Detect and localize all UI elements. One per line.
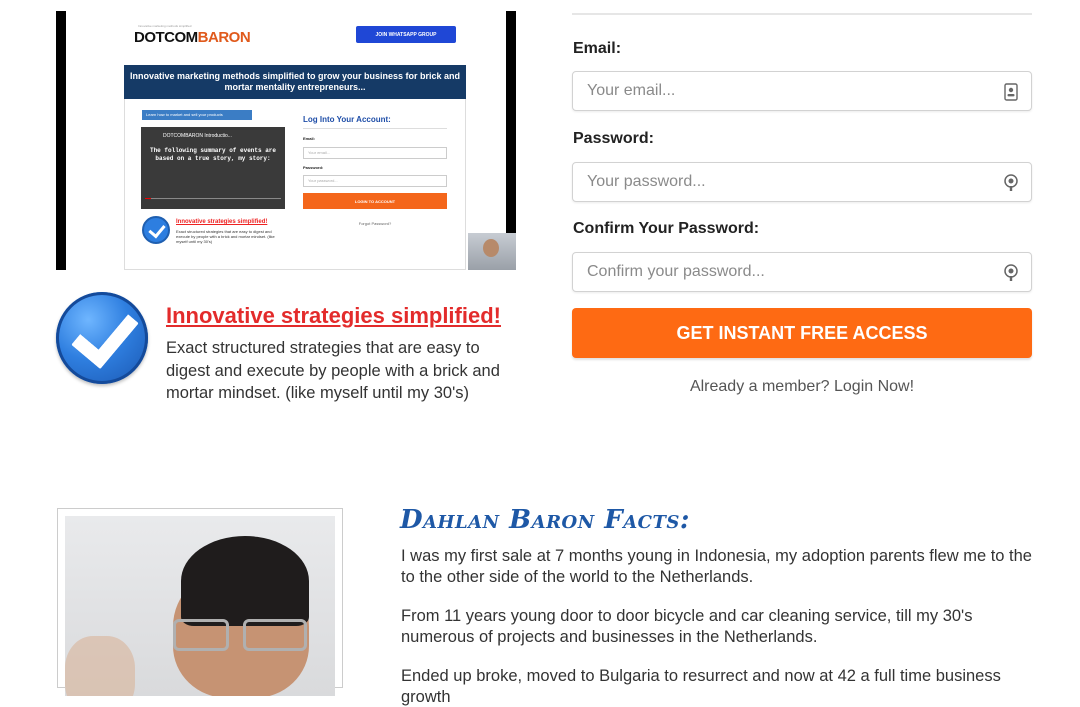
facts-paragraph: Ended up broke, moved to Bulgaria to res… xyxy=(401,667,1001,706)
checkmark-tick xyxy=(71,298,139,370)
preview-video-progress xyxy=(145,198,281,199)
key-icon xyxy=(1004,264,1018,281)
password-field[interactable] xyxy=(587,171,987,193)
email-label: Email: xyxy=(573,40,622,57)
form-top-divider xyxy=(572,13,1032,15)
preview-password-label: Password: xyxy=(303,165,324,170)
preview-login-button: LOGIN TO ACCOUNT xyxy=(303,193,447,209)
preview-page: Innovative marketing methods simplified … xyxy=(66,11,516,270)
email-field[interactable] xyxy=(587,80,987,102)
preview-divider xyxy=(303,128,447,129)
preview-email-input: Your email... xyxy=(303,147,447,159)
confirm-password-label: Confirm Your Password: xyxy=(573,220,760,237)
facts-paragraph: From 11 years young door to door bicycle… xyxy=(401,607,973,646)
preview-brand-tag: Innovative marketing methods simplified xyxy=(138,24,192,28)
preview-whatsapp-button: JOIN WHATSAPP GROUP xyxy=(356,26,456,43)
checkmark-icon xyxy=(56,292,148,384)
login-now-link[interactable]: Already a member? Login Now! xyxy=(572,378,1032,396)
contact-card-icon xyxy=(1004,83,1018,101)
preview-password-input: Your password... xyxy=(303,175,447,187)
get-instant-free-access-button[interactable]: GET INSTANT FREE ACCESS xyxy=(572,308,1032,358)
preview-screenshot: Innovative marketing methods simplified … xyxy=(56,11,516,270)
feature-description: Exact structured strategies that are eas… xyxy=(166,339,500,402)
preview-video-text: The following summary of events are base… xyxy=(149,147,277,162)
preview-banner: Innovative marketing methods simplified … xyxy=(124,65,466,99)
preview-forgot-link: Forgot Password? xyxy=(358,221,392,226)
confirm-password-field-wrapper xyxy=(572,252,1032,292)
password-field-wrapper xyxy=(572,162,1032,202)
preview-video-progress-fill xyxy=(145,198,151,199)
feature-title[interactable]: Innovative strategies simplified! xyxy=(166,303,501,329)
photo-hair xyxy=(181,536,309,626)
email-field-wrapper xyxy=(572,71,1032,111)
confirm-password-field[interactable] xyxy=(587,261,987,283)
preview-logo: DOTCOMBARON xyxy=(134,29,251,46)
key-icon xyxy=(1004,174,1018,191)
preview-email-label: Email: xyxy=(303,136,316,141)
preview-logo-right: BARON xyxy=(197,29,251,46)
preview-check-icon xyxy=(142,216,170,244)
profile-photo xyxy=(65,516,335,696)
photo-hand xyxy=(65,636,135,696)
preview-video: DOTCOMBARON Introductio... The following… xyxy=(141,127,285,209)
password-label: Password: xyxy=(573,130,654,147)
preview-webcam-thumbnail xyxy=(468,233,516,270)
facts-heading: Dahlan Baron Facts: xyxy=(400,505,690,535)
photo-glasses-right xyxy=(243,619,307,651)
preview-feature-title: Innovative strategies simplified! xyxy=(176,219,268,225)
preview-login-title: Log Into Your Account: xyxy=(303,115,391,124)
preview-learn-link: Learn how to market and sell your produc… xyxy=(142,110,252,120)
profile-photo-frame xyxy=(57,508,343,696)
photo-glasses-left xyxy=(173,619,229,651)
facts-paragraph: I was my first sale at 7 months young in… xyxy=(401,547,1032,586)
preview-feature-desc: Exact structured strategies that are eas… xyxy=(176,229,275,244)
preview-logo-left: DOTCOM xyxy=(134,29,198,46)
preview-video-title: DOTCOMBARON Introductio... xyxy=(163,133,232,139)
